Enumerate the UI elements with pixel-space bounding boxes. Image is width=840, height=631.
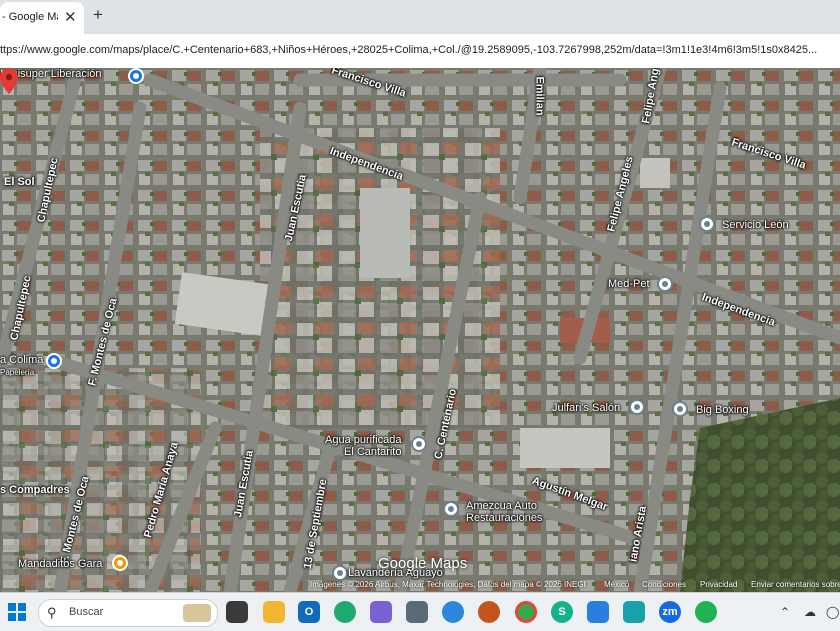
poi-name: Agua purificada bbox=[325, 434, 402, 446]
poi-pin-icon[interactable] bbox=[629, 399, 645, 415]
poi-sub: Papelería bbox=[0, 368, 35, 377]
chevron-up-icon[interactable]: ⌃ bbox=[780, 605, 790, 619]
new-tab-button[interactable]: + bbox=[93, 5, 103, 25]
poi-label[interactable]: Servicio León bbox=[722, 219, 789, 231]
search-highlight-icon bbox=[183, 604, 211, 622]
onedrive-icon[interactable] bbox=[442, 601, 464, 623]
street-label: s Compadres bbox=[0, 484, 70, 496]
poi-label[interactable]: Agua purificada El Cantarito bbox=[324, 434, 401, 458]
url-text[interactable]: ttps://www.google.com/maps/place/C.+Cent… bbox=[0, 44, 840, 56]
photos-icon[interactable] bbox=[623, 601, 645, 623]
poi-label[interactable]: Mandaditos Gara bbox=[18, 558, 102, 570]
poi-sub: Restauraciones bbox=[466, 512, 543, 524]
tab-title: - Google Maps bbox=[2, 11, 58, 23]
poi-name: a Colima bbox=[0, 354, 44, 366]
close-tab-icon[interactable]: ✕ bbox=[64, 8, 77, 26]
network-icon[interactable]: ◯ bbox=[826, 605, 839, 619]
search-placeholder: Buscar bbox=[69, 606, 104, 618]
browser-tab[interactable]: - Google Maps ✕ bbox=[0, 2, 84, 34]
satellite-map[interactable]: Francisco Villa Independencia Emilian Fe… bbox=[0, 68, 840, 592]
outlook-icon[interactable]: O bbox=[298, 601, 320, 623]
poi-pin-icon[interactable] bbox=[112, 555, 128, 571]
street-label: Emilian bbox=[533, 76, 546, 116]
mail-icon[interactable] bbox=[478, 601, 500, 623]
poi-pin-icon[interactable] bbox=[672, 401, 688, 417]
task-view-icon[interactable] bbox=[226, 601, 248, 623]
poi-sub: El Cantarito bbox=[344, 446, 402, 458]
poi-pin-icon[interactable] bbox=[332, 565, 348, 581]
poi-pin-icon[interactable] bbox=[657, 276, 673, 292]
search-icon: ⚲ bbox=[47, 605, 57, 620]
windows-taskbar: ⚲ Buscar O S zm ⌃ ☁ ◯ bbox=[0, 592, 840, 631]
whatsapp-icon[interactable] bbox=[695, 601, 717, 623]
poi-label[interactable]: Med-Pet bbox=[608, 278, 650, 290]
map-attribution: Imágenes © 2026 Airbus, Maxar Technologi… bbox=[310, 580, 586, 589]
location-marker-icon[interactable] bbox=[0, 68, 18, 94]
poi-pin-icon[interactable] bbox=[411, 436, 427, 452]
poi-pin-icon[interactable] bbox=[443, 501, 459, 517]
browser-tab-bar: - Google Maps ✕ + bbox=[0, 0, 840, 34]
poi-label[interactable]: Big Boxing bbox=[696, 404, 749, 416]
calendar-icon[interactable] bbox=[370, 601, 392, 623]
skype-icon[interactable]: S bbox=[551, 601, 573, 623]
designer-icon[interactable] bbox=[587, 601, 609, 623]
satellite-imagery bbox=[0, 68, 840, 592]
poi-label[interactable]: a Colima Papelería bbox=[0, 354, 43, 379]
file-explorer-icon[interactable] bbox=[263, 601, 285, 623]
zoom-icon[interactable]: zm bbox=[659, 601, 681, 623]
windows-start-icon[interactable] bbox=[8, 603, 26, 621]
poi-pin-icon[interactable] bbox=[128, 68, 144, 84]
poi-label[interactable]: Julfari's Salón bbox=[552, 402, 620, 414]
cloud-icon[interactable]: ☁ bbox=[804, 605, 816, 619]
chrome-icon[interactable] bbox=[515, 601, 537, 623]
taskbar-search-input[interactable]: ⚲ Buscar bbox=[38, 599, 218, 627]
edge-icon[interactable] bbox=[334, 601, 356, 623]
attribution-link[interactable]: Condiciones bbox=[642, 580, 686, 589]
google-maps-watermark: Google Maps bbox=[378, 555, 468, 572]
attribution-link[interactable]: México bbox=[604, 580, 629, 589]
poi-label[interactable]: Amezcua Auto Restauraciones bbox=[466, 500, 542, 524]
poi-name: Amezcua Auto bbox=[466, 500, 537, 512]
calculator-icon[interactable] bbox=[406, 601, 428, 623]
attribution-link[interactable]: Enviar comentarios sobre bbox=[751, 580, 840, 589]
address-bar[interactable]: ttps://www.google.com/maps/place/C.+Cent… bbox=[0, 34, 840, 69]
poi-pin-icon[interactable] bbox=[46, 353, 62, 369]
street-label: El Sol bbox=[4, 176, 35, 188]
attribution-link[interactable]: Privacidad bbox=[700, 580, 737, 589]
poi-pin-icon[interactable] bbox=[699, 216, 715, 232]
